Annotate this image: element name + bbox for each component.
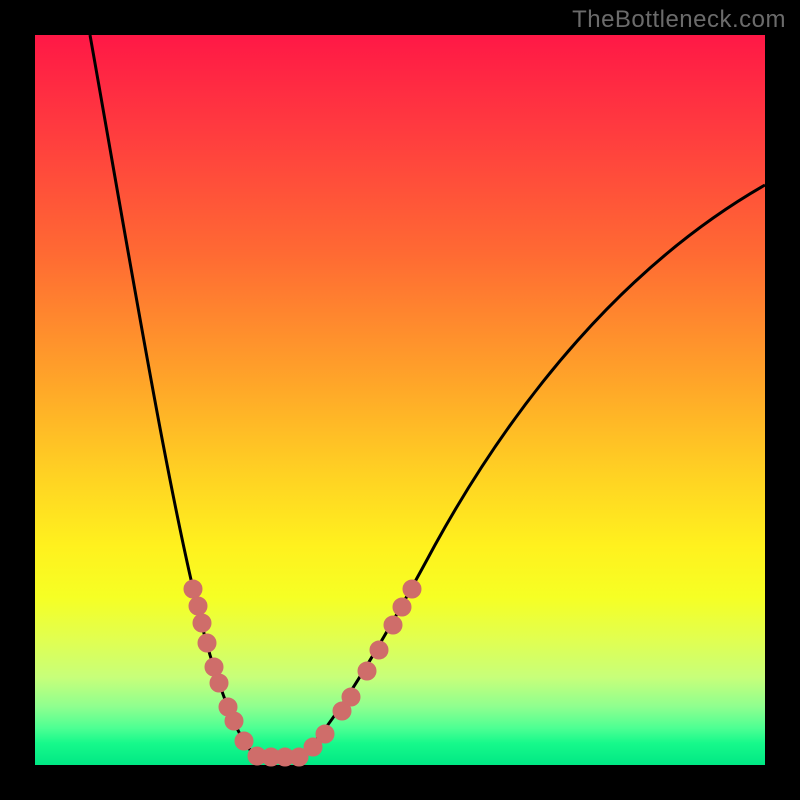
bead-point: [189, 597, 207, 615]
bead-point: [316, 725, 334, 743]
watermark-text: TheBottleneck.com: [572, 6, 786, 34]
bead-point: [210, 674, 228, 692]
bead-point: [205, 658, 223, 676]
plot-area: [35, 35, 765, 765]
curve-svg: [35, 35, 765, 765]
bead-point: [358, 662, 376, 680]
bead-point: [342, 688, 360, 706]
bead-point: [393, 598, 411, 616]
bead-point: [370, 641, 388, 659]
bead-point: [193, 614, 211, 632]
bead-point: [184, 580, 202, 598]
bead-point: [225, 712, 243, 730]
bead-point: [403, 580, 421, 598]
bead-point: [235, 732, 253, 750]
bead-point: [384, 616, 402, 634]
bead-point: [198, 634, 216, 652]
curve-left: [90, 35, 257, 757]
beads-group: [184, 580, 421, 766]
chart-frame: TheBottleneck.com: [0, 0, 800, 800]
